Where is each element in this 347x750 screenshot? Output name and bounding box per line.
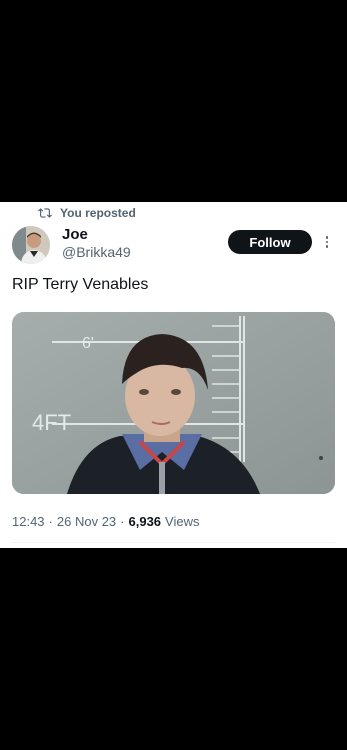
tweet-meta: 12:43 · 26 Nov 23 · 6,936 Views [12,514,200,529]
tweet-text: RIP Terry Venables [12,276,149,293]
repost-icon [38,208,52,218]
views-count: 6,936 [128,514,162,529]
meta-separator: · [48,514,53,529]
divider [12,542,335,543]
tweet-card: You reposted Joe @Brikka49 Follow RIP Te… [0,202,347,548]
follow-button[interactable]: Follow [228,230,312,254]
meta-separator: · [120,514,125,529]
repost-label: You reposted [60,206,136,220]
user-avatar-icon [12,226,50,264]
height-marker-4ft: 4FT [32,410,71,435]
tweet-photo[interactable]: 6' 4FT [12,312,335,494]
more-vertical-icon[interactable] [322,233,332,251]
tweet-time[interactable]: 12:43 [12,514,45,529]
views-label: Views [165,514,200,529]
author-handle[interactable]: @Brikka49 [62,244,131,260]
repost-indicator: You reposted [38,205,136,221]
height-marker-6: 6' [82,335,94,352]
tweet-date[interactable]: 26 Nov 23 [57,514,116,529]
author-name[interactable]: Joe [62,226,88,243]
photo-icon: 6' 4FT [12,312,335,494]
avatar[interactable] [12,226,50,264]
